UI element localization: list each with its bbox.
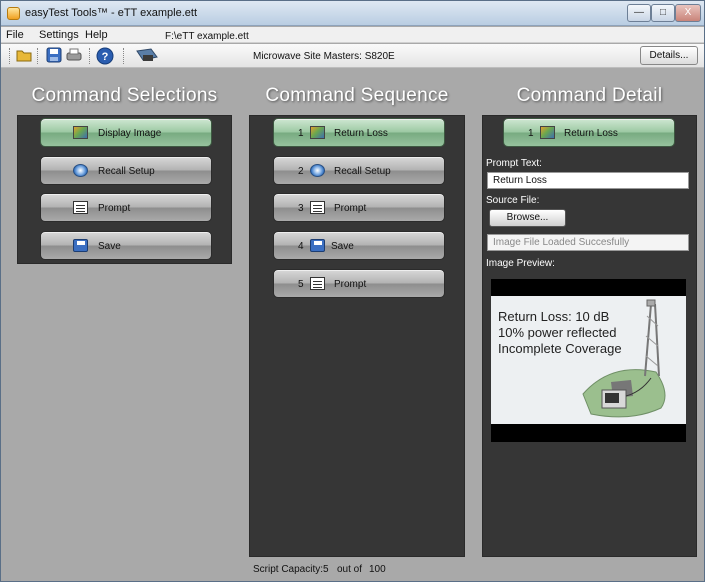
command-selections-title: Command Selections <box>31 85 218 106</box>
sequence-item-2[interactable]: 2 Recall Setup <box>273 156 445 185</box>
toolbar: ? Microwave Site Masters: S820E Details.… <box>1 44 704 68</box>
image-preview: Return Loss: 10 dB 10% power reflected I… <box>491 279 686 442</box>
sequence-label: Recall Setup <box>334 166 391 177</box>
toolbar-separator <box>89 48 90 64</box>
command-sequence-title: Command Sequence <box>265 85 449 106</box>
command-detail-title: Command Detail <box>516 85 663 106</box>
browse-button[interactable]: Browse... <box>489 209 566 227</box>
svg-text:?: ? <box>102 51 109 63</box>
selection-label: Recall Setup <box>98 166 155 177</box>
minimize-button[interactable]: — <box>627 4 651 22</box>
recall-icon <box>310 164 325 177</box>
menu-bar: File Settings Help F:\eTT example.ett <box>1 27 704 43</box>
tower-illustration-icon <box>582 299 666 418</box>
prompt-icon <box>73 201 88 214</box>
prompt-text-label: Prompt Text: <box>486 158 542 169</box>
detail-selected-command[interactable]: 1 Return Loss <box>503 118 675 147</box>
file-status-field: Image File Loaded Succesfully <box>487 234 689 251</box>
selection-save-button[interactable]: Save <box>40 231 212 260</box>
image-icon <box>540 126 555 139</box>
sequence-number: 1 <box>298 128 304 139</box>
device-label: Microwave Site Masters: S820E <box>253 51 395 62</box>
help-icon[interactable]: ? <box>96 47 114 65</box>
selection-label: Display Image <box>98 128 162 139</box>
sequence-item-5[interactable]: 5 Prompt <box>273 269 445 298</box>
sequence-item-3[interactable]: 3 Prompt <box>273 193 445 222</box>
script-capacity-label: Script Capacity: <box>253 564 324 575</box>
sequence-number: 3 <box>298 203 304 214</box>
image-icon <box>73 126 88 139</box>
sequence-number: 4 <box>298 241 304 252</box>
selection-label: Save <box>98 241 121 252</box>
selection-label: Prompt <box>98 203 131 214</box>
save-icon <box>310 239 325 252</box>
toolbar-separator <box>9 48 10 64</box>
source-file-label: Source File: <box>486 195 540 206</box>
sequence-item-4[interactable]: 4 Save <box>273 231 445 260</box>
sequence-item-1[interactable]: 1 Return Loss <box>273 118 445 147</box>
sequence-number: 2 <box>298 166 304 177</box>
menu-settings[interactable]: Settings <box>39 29 79 41</box>
save-icon[interactable] <box>45 47 63 65</box>
details-button[interactable]: Details... <box>640 46 698 65</box>
app-logo-icon <box>7 7 20 20</box>
image-icon <box>310 126 325 139</box>
selection-prompt-button[interactable]: Prompt <box>40 193 212 222</box>
toolbar-separator <box>37 48 38 64</box>
window-title: easyTest Tools™ - eTT example.ett <box>25 7 197 19</box>
script-capacity-separator: out of <box>337 564 363 575</box>
selection-display-image-button[interactable]: Display Image <box>40 118 212 147</box>
prompt-text-input[interactable]: Return Loss <box>487 172 689 189</box>
script-capacity-total: 100 <box>369 564 386 575</box>
image-preview-label: Image Preview: <box>486 258 555 269</box>
sequence-label: Return Loss <box>334 128 388 139</box>
save-icon <box>73 239 88 252</box>
script-capacity-used: 5 <box>323 564 329 575</box>
selection-recall-setup-button[interactable]: Recall Setup <box>40 156 212 185</box>
toolbar-separator <box>123 48 124 64</box>
detail-command-label: Return Loss <box>564 128 618 139</box>
detail-number: 1 <box>528 128 534 139</box>
sequence-label: Prompt <box>334 203 367 214</box>
title-bar: easyTest Tools™ - eTT example.ett — □ X <box>1 1 704 26</box>
close-button[interactable]: X <box>675 4 701 22</box>
open-folder-icon[interactable] <box>15 47 33 65</box>
menu-help[interactable]: Help <box>85 29 108 41</box>
maximize-button[interactable]: □ <box>651 4 675 22</box>
recall-icon <box>73 164 88 177</box>
file-path-label: F:\eTT example.ett <box>165 31 249 42</box>
prompt-icon <box>310 277 325 290</box>
sequence-number: 5 <box>298 279 304 290</box>
sequence-label: Save <box>331 241 354 252</box>
print-icon[interactable] <box>65 47 83 65</box>
menu-file[interactable]: File <box>6 29 24 41</box>
preview-image: Return Loss: 10 dB 10% power reflected I… <box>491 296 686 424</box>
prompt-icon <box>310 201 325 214</box>
instrument-connect-icon[interactable] <box>134 47 160 65</box>
app-window: easyTest Tools™ - eTT example.ett — □ X … <box>0 0 705 582</box>
sequence-label: Prompt <box>334 279 367 290</box>
